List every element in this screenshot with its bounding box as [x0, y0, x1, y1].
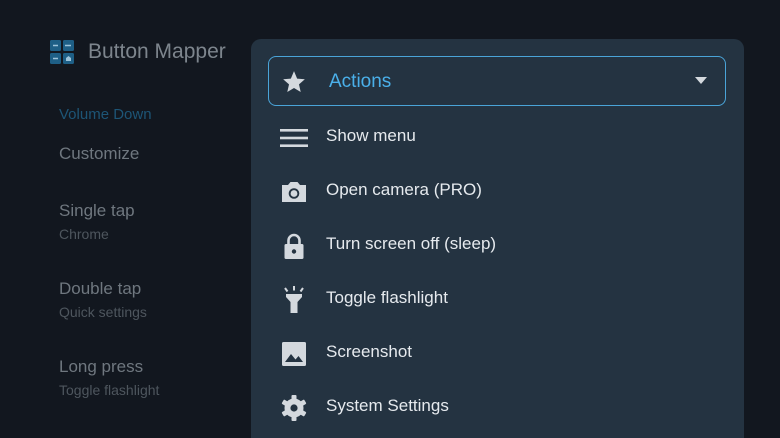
- customize-item[interactable]: Customize: [59, 144, 139, 164]
- menu-item-label: Toggle flashlight: [326, 288, 448, 307]
- menu-item-label: Open camera (PRO): [326, 180, 482, 199]
- menu-item-screenshot[interactable]: Screenshot: [251, 326, 744, 380]
- setting-title: Single tap: [59, 201, 135, 220]
- image-icon: [282, 342, 306, 366]
- setting-subtitle: Quick settings: [59, 304, 147, 320]
- menu-item-label: System Settings: [326, 396, 449, 415]
- setting-subtitle: Chrome: [59, 226, 109, 242]
- dropdown-caret-icon: [695, 77, 707, 84]
- app-header: Button Mapper: [50, 40, 226, 64]
- setting-subtitle: Toggle flashlight: [59, 382, 160, 398]
- customize-label: Customize: [59, 144, 140, 163]
- setting-single-tap[interactable]: Single tap Chrome: [59, 201, 135, 242]
- button-mapper-app-icon: [50, 40, 74, 64]
- flashlight-icon: [284, 286, 304, 313]
- star-icon: [283, 71, 305, 92]
- setting-title: Double tap: [59, 279, 142, 298]
- setting-double-tap[interactable]: Double tap Quick settings: [59, 279, 147, 320]
- dropdown-label: Actions: [329, 71, 392, 92]
- menu-item-system-settings[interactable]: System Settings: [251, 380, 744, 434]
- lock-icon: [284, 233, 304, 259]
- camera-icon: [282, 182, 306, 202]
- settings-gear-icon: [281, 395, 307, 421]
- menu-item-label: Show menu: [326, 126, 416, 145]
- action-picker-dialog: Actions Show menu Open camera (PRO) Turn…: [251, 39, 744, 438]
- menu-item-turn-screen-off[interactable]: Turn screen off (sleep): [251, 218, 744, 272]
- menu-item-toggle-flashlight[interactable]: Toggle flashlight: [251, 272, 744, 326]
- menu-item-show-menu[interactable]: Show menu: [251, 110, 744, 164]
- menu-item-label: Turn screen off (sleep): [326, 234, 497, 253]
- app-title: Button Mapper: [88, 40, 226, 63]
- action-category-dropdown[interactable]: Actions: [268, 56, 726, 106]
- menu-item-label: Screenshot: [326, 342, 412, 361]
- setting-title: Long press: [59, 357, 144, 376]
- setting-long-press[interactable]: Long press Toggle flashlight: [59, 357, 159, 398]
- menu-item-open-camera[interactable]: Open camera (PRO): [251, 164, 744, 218]
- menu-icon: [280, 129, 308, 147]
- section-label: Volume Down: [59, 106, 152, 123]
